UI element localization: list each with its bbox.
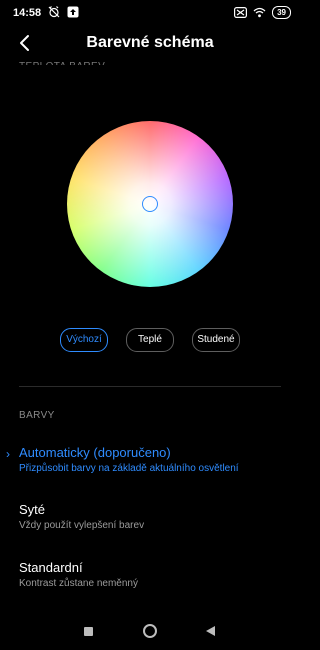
status-bar: 14:58 39 [0, 0, 300, 26]
option-saturated[interactable]: Syté Vždy použít vylepšení barev [19, 502, 289, 531]
color-wheel[interactable] [67, 121, 233, 287]
header: Barevné schéma [0, 26, 300, 62]
page-title: Barevné schéma [86, 34, 214, 51]
temperature-section-label: TEPLOTA BAREV [19, 58, 105, 65]
color-wheel-handle[interactable] [142, 196, 158, 212]
status-left-icons [48, 6, 79, 18]
colors-section-label: BARVY [19, 410, 55, 421]
option-subtitle: Kontrast zůstane neměnný [19, 578, 138, 589]
battery-indicator: 39 [272, 6, 291, 19]
navigation-bar [0, 610, 300, 650]
temperature-buttons: Výchozí Teplé Studené [0, 328, 300, 352]
option-subtitle: Přizpůsobit barvy na základě aktuálního … [19, 463, 239, 474]
home-button[interactable] [143, 624, 157, 638]
option-title: Syté [19, 502, 46, 517]
option-title: Automaticky (doporučeno) [19, 445, 171, 460]
option-automatic[interactable]: Automaticky (doporučeno) Přizpůsobit bar… [19, 445, 289, 474]
temperature-button-cold[interactable]: Studené [192, 328, 240, 352]
option-title: Standardní [19, 560, 83, 575]
selected-chevron-icon: › [6, 447, 10, 461]
temperature-button-default[interactable]: Výchozí [60, 328, 108, 352]
sim-off-icon [234, 7, 248, 18]
upload-icon [67, 6, 79, 18]
temperature-button-warm[interactable]: Teplé [126, 328, 174, 352]
status-right-icons: 39 [234, 6, 291, 19]
section-divider [19, 386, 281, 387]
option-subtitle: Vždy použít vylepšení barev [19, 520, 145, 531]
status-time: 14:58 [13, 7, 42, 19]
recent-apps-button[interactable] [84, 627, 93, 636]
wifi-icon [253, 7, 266, 18]
option-standard[interactable]: Standardní Kontrast zůstane neměnný [19, 560, 289, 589]
nav-back-button[interactable] [206, 626, 215, 636]
alarm-off-icon [48, 6, 60, 18]
